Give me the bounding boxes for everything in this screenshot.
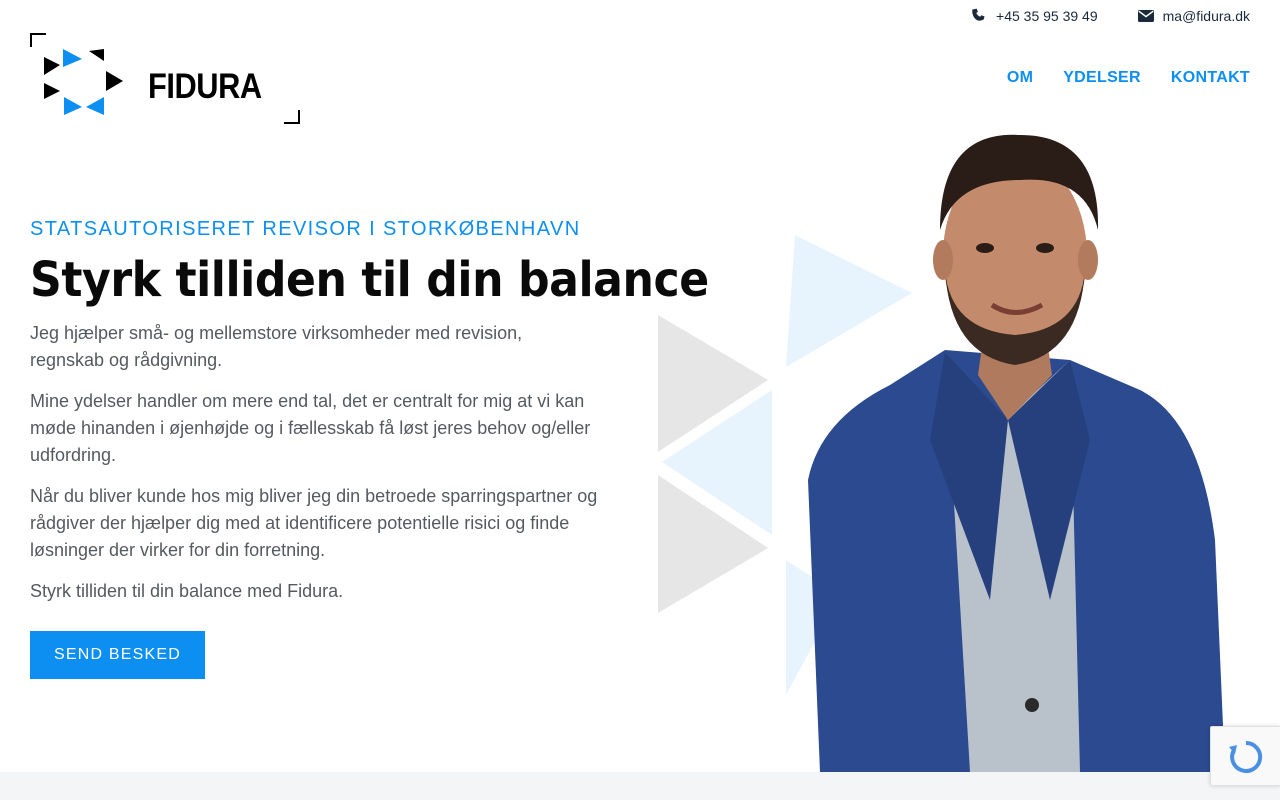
send-message-button[interactable]: SEND BESKED: [30, 630, 206, 679]
nav-item-om[interactable]: OM: [1007, 69, 1033, 87]
fidura-logo[interactable]: FIDURA: [30, 33, 300, 125]
hero-section: STATSAUTORISERET REVISOR I STORKØBENHAVN…: [30, 218, 709, 679]
phone-number: +45 35 95 39 49: [996, 8, 1098, 24]
phone-link[interactable]: +45 35 95 39 49: [971, 6, 1098, 26]
hero-paragraph-1: Jeg hjælper små- og mellemstore virksomh…: [30, 322, 523, 370]
nav-item-ydelser[interactable]: YDELSER: [1063, 69, 1141, 87]
nav-item-kontakt[interactable]: KONTAKT: [1171, 69, 1250, 87]
email-link[interactable]: ma@fidura.dk: [1137, 6, 1250, 26]
recaptcha-icon: [1229, 740, 1263, 773]
hero-eyebrow: STATSAUTORISERET REVISOR I STORKØBENHAVN: [30, 218, 581, 240]
contact-bar: +45 35 95 39 49 ma@fidura.dk: [971, 6, 1250, 26]
envelope-icon: [1137, 10, 1154, 22]
hero-paragraph-4: Styrk tilliden til din balance med Fidur…: [30, 580, 344, 601]
email-address: ma@fidura.dk: [1162, 8, 1250, 24]
hero-paragraph-3: Når du bliver kunde hos mig bliver jeg d…: [30, 485, 598, 560]
recaptcha-badge[interactable]: [1210, 726, 1280, 786]
phone-icon: [971, 8, 987, 24]
portrait-photo: [808, 134, 1225, 772]
brand-name: FIDURA: [148, 67, 262, 106]
hero-paragraph-2: Mine ydelser handler om mere end tal, de…: [30, 390, 591, 465]
footer-strip: [0, 772, 1280, 800]
main-nav: OM YDELSER KONTAKT: [1007, 69, 1250, 87]
hero-headline: Styrk tilliden til din balance: [30, 252, 709, 308]
